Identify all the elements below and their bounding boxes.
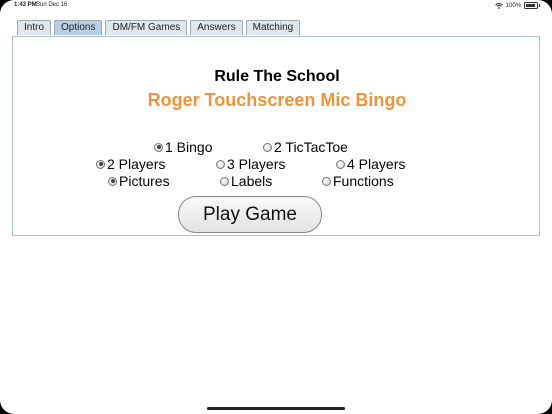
tab-bar: Intro Options DM/FM Games Answers Matchi… xyxy=(17,20,303,36)
ipad-screen: 1:43 PM Sun Dec 16 100% Intro Options DM… xyxy=(0,0,552,414)
radio-label: 3 Players xyxy=(227,156,286,172)
radio-label: 2 Players xyxy=(107,156,166,172)
status-date: Sun Dec 16 xyxy=(36,2,68,8)
tab-answers[interactable]: Answers xyxy=(190,20,243,35)
radio-bingo[interactable]: 1 Bingo xyxy=(154,139,212,155)
status-right: 100% xyxy=(494,2,540,9)
battery-percent: 100% xyxy=(505,2,521,9)
status-time: 1:43 PM xyxy=(14,2,37,8)
radio-label: Labels xyxy=(231,173,273,189)
radio-3-players[interactable]: 3 Players xyxy=(216,156,285,172)
tab-matching[interactable]: Matching xyxy=(245,20,301,35)
radio-selected-icon[interactable] xyxy=(108,176,117,186)
status-bar: 1:43 PM Sun Dec 16 100% xyxy=(0,0,552,12)
radio-functions[interactable]: Functions xyxy=(322,173,394,189)
radio-pictures[interactable]: Pictures xyxy=(108,173,170,189)
radio-selected-icon[interactable] xyxy=(154,142,163,152)
radio-label: 2 TicTacToe xyxy=(274,139,348,155)
page-subtitle: Roger Touchscreen Mic Bingo xyxy=(147,90,407,110)
radio-unselected-icon[interactable] xyxy=(220,176,229,186)
wifi-icon xyxy=(494,2,503,9)
tab-options[interactable]: Options xyxy=(54,20,103,35)
radio-unselected-icon[interactable] xyxy=(322,176,331,186)
options-panel: Rule The School Roger Touchscreen Mic Bi… xyxy=(12,36,540,236)
radio-label: Functions xyxy=(333,173,394,189)
radio-unselected-icon[interactable] xyxy=(263,142,272,152)
tab-intro[interactable]: Intro xyxy=(17,20,52,35)
radio-unselected-icon[interactable] xyxy=(336,159,345,169)
home-indicator[interactable] xyxy=(207,407,345,410)
radio-labels[interactable]: Labels xyxy=(220,173,272,189)
radio-label: Pictures xyxy=(119,173,170,189)
radio-tictactoe[interactable]: 2 TicTacToe xyxy=(263,139,348,155)
tab-dm-fm-games[interactable]: DM/FM Games xyxy=(105,20,188,35)
play-game-button[interactable]: Play Game xyxy=(178,196,322,233)
battery-icon xyxy=(524,2,540,9)
radio-selected-icon[interactable] xyxy=(96,159,105,169)
radio-unselected-icon[interactable] xyxy=(216,159,225,169)
radio-label: 1 Bingo xyxy=(165,139,213,155)
radio-4-players[interactable]: 4 Players xyxy=(336,156,405,172)
page-title: Rule The School xyxy=(214,68,340,85)
radio-2-players[interactable]: 2 Players xyxy=(96,156,165,172)
radio-label: 4 Players xyxy=(347,156,406,172)
